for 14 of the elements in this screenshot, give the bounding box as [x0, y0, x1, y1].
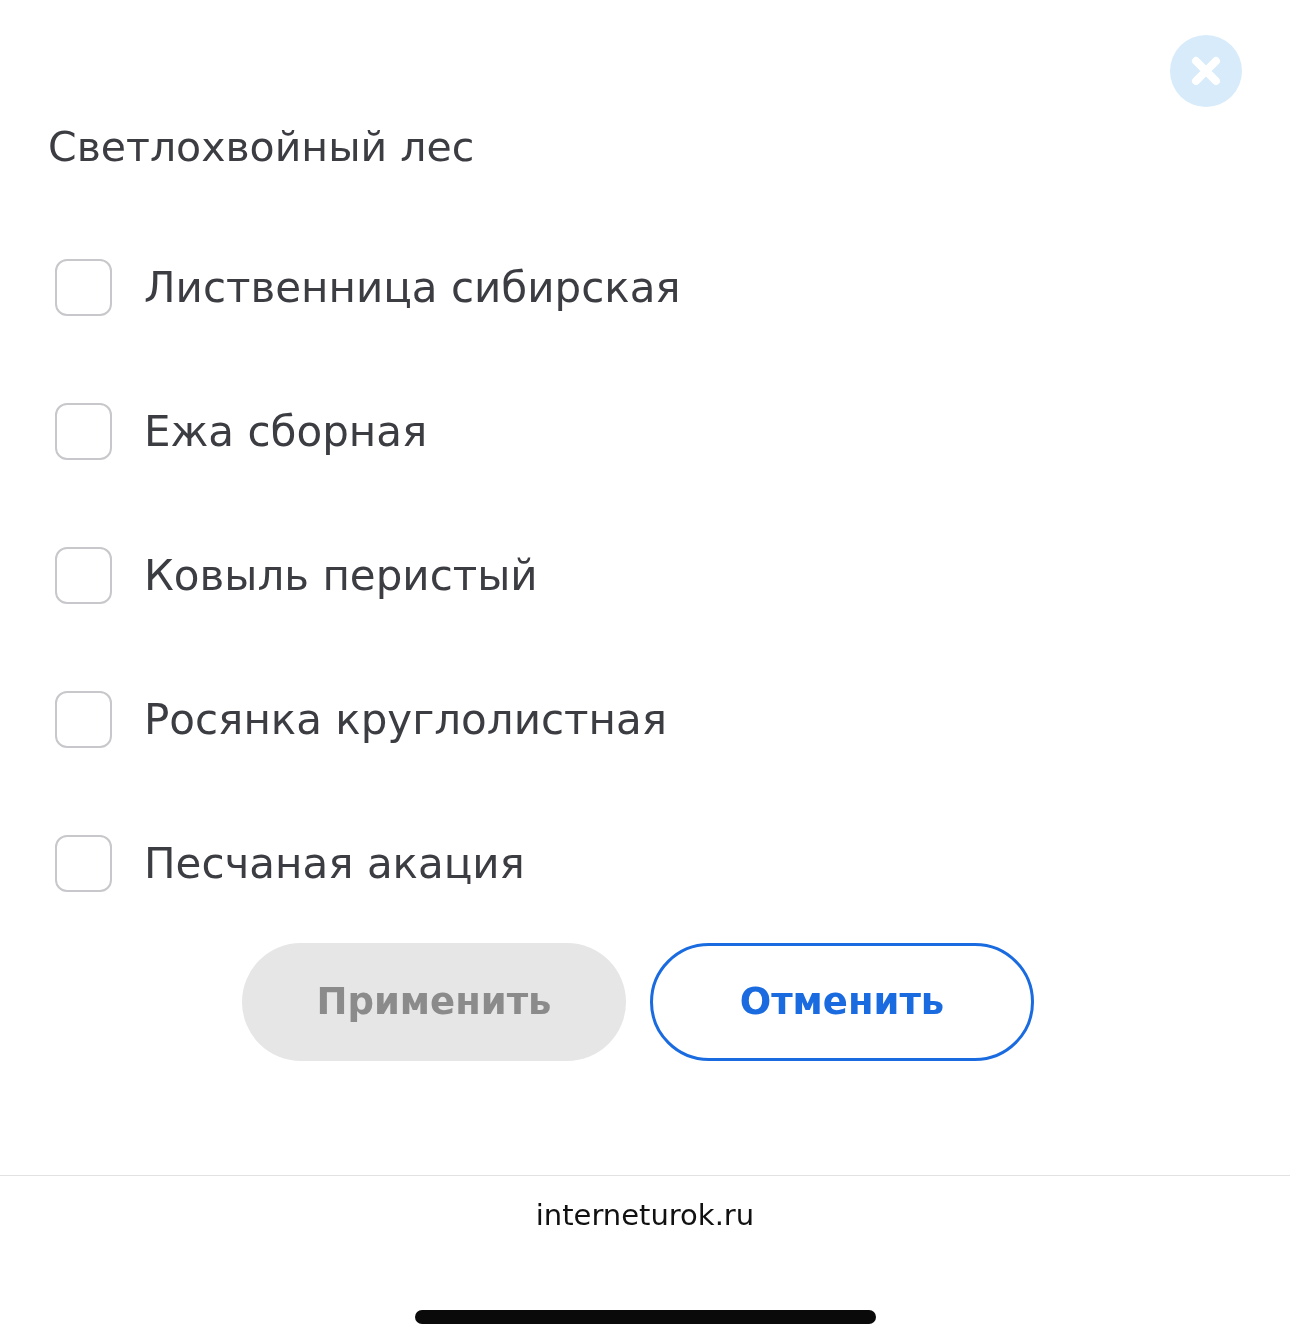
site-address: interneturok.ru [535, 1197, 755, 1234]
option-label: Лиственница сибирская [144, 261, 681, 314]
checkbox[interactable] [55, 690, 112, 748]
option-label: Ежа сборная [144, 405, 428, 458]
checkbox[interactable] [55, 402, 112, 460]
checkbox[interactable] [55, 834, 112, 892]
option-label: Росянка круглолистная [144, 693, 667, 746]
checkbox[interactable] [55, 258, 112, 316]
cancel-button[interactable]: Отменить [650, 943, 1034, 1062]
close-icon [1189, 54, 1223, 88]
question-title: Светлохвойный лес [48, 123, 476, 173]
option-label: Ковыль перистый [144, 549, 538, 602]
checkbox[interactable] [55, 546, 112, 604]
option-label: Песчаная акация [144, 837, 525, 890]
